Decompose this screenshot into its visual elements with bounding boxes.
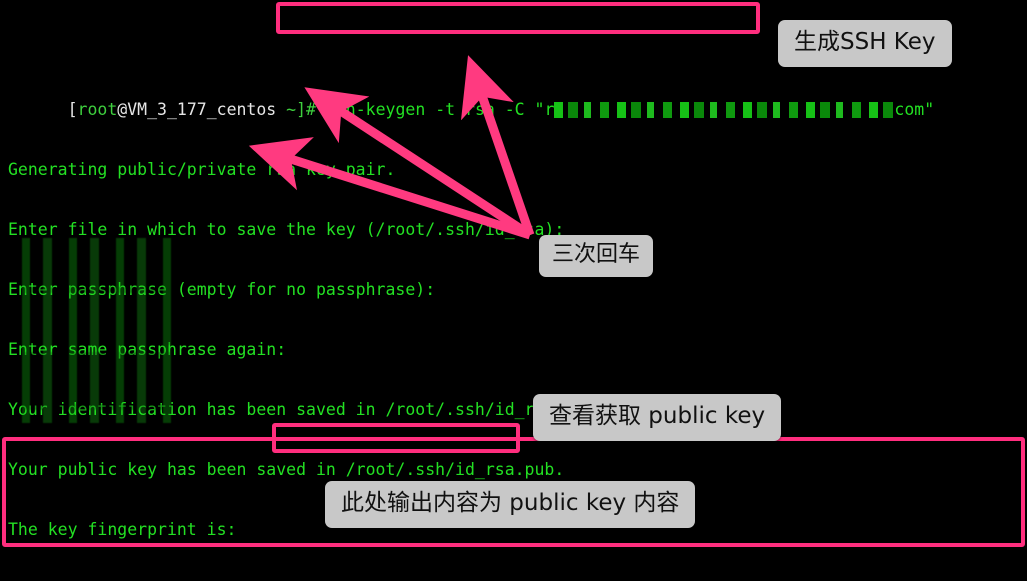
terminal-line-publickey-saved: Your public key has been saved in /root/… <box>8 460 565 479</box>
callout-generate-ssh-key: 生成SSH Key <box>778 20 952 67</box>
terminal-line-enter-same-passphrase: Enter same passphrase again: <box>8 340 287 359</box>
prompt-bracket: [ <box>67 100 78 119</box>
ssh-keygen-command: ssh-keygen -t rsa -C "r <box>325 100 555 119</box>
redacted-email-mosaic <box>554 102 895 118</box>
terminal-line-keygen-command: [root@VM_3_177_centos ~]# ssh-keygen -t … <box>8 80 1027 119</box>
prompt-tail: ~]# <box>276 100 316 119</box>
callout-view-public-key: 查看获取 public key <box>533 394 782 441</box>
prompt-user: root <box>77 100 118 119</box>
terminal-line-enter-file: Enter file in which to save the key (/ro… <box>8 220 565 239</box>
terminal-line-identification-saved: Your identification has been saved in /r… <box>8 400 565 419</box>
ssh-keygen-command-tail: com" <box>894 100 935 119</box>
terminal-line-enter-passphrase: Enter passphrase (empty for no passphras… <box>8 280 436 299</box>
callout-three-enters: 三次回车 <box>539 235 654 277</box>
prompt-host: @VM_3_177_centos <box>117 100 277 119</box>
callout-output-is-public-key: 此处输出内容为 public key 内容 <box>325 481 696 528</box>
terminal-screenshot: [root@VM_3_177_centos ~]# ssh-keygen -t … <box>0 0 1027 581</box>
terminal-line-generating: Generating public/private rsa key pair. <box>8 160 396 179</box>
